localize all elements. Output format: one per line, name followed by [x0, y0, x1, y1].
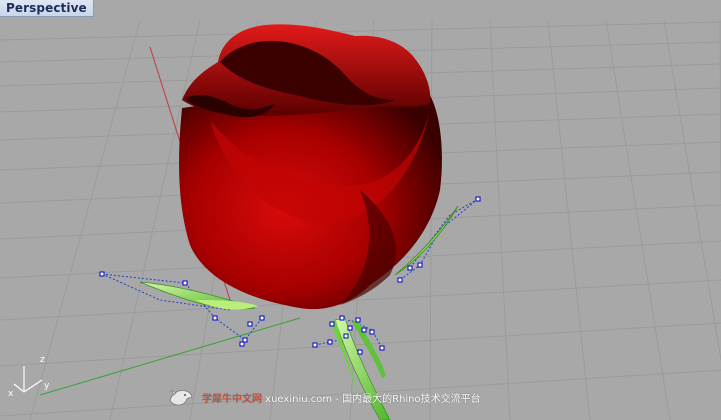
control-point[interactable]	[397, 277, 403, 283]
control-point[interactable]	[343, 333, 349, 339]
watermark-caption: xuexiniu.com - 国内最大的Rhino技术交流平台	[262, 393, 481, 405]
watermark-brand: 学犀牛中文网	[202, 393, 262, 405]
watermark-text: 学犀牛中文网 xuexiniu.com - 国内最大的Rhino技术交流平台	[202, 390, 481, 405]
control-point[interactable]	[329, 321, 335, 327]
xyz-axis-icon: z y x	[8, 355, 50, 399]
control-point[interactable]	[361, 327, 367, 333]
control-point[interactable]	[369, 329, 375, 335]
viewport-scene: z y x	[0, 19, 721, 420]
svg-text:y: y	[44, 381, 50, 391]
control-point[interactable]	[242, 337, 248, 343]
watermark: 学犀牛中文网 xuexiniu.com - 国内最大的Rhino技术交流平台	[168, 384, 598, 410]
control-point[interactable]	[379, 345, 385, 351]
control-point[interactable]	[99, 271, 105, 277]
perspective-viewport[interactable]: z y x Perspective 学犀牛中文网 xuexiniu.com - …	[0, 0, 721, 420]
control-point[interactable]	[347, 325, 353, 331]
control-point[interactable]	[475, 196, 481, 202]
control-point[interactable]	[407, 265, 413, 271]
svg-text:x: x	[8, 389, 14, 399]
rhino-logo-icon	[169, 389, 193, 406]
control-point[interactable]	[355, 317, 361, 323]
control-point[interactable]	[259, 315, 265, 321]
control-point[interactable]	[312, 342, 318, 348]
control-point[interactable]	[182, 280, 188, 286]
control-point[interactable]	[239, 341, 245, 347]
control-point[interactable]	[339, 315, 345, 321]
control-point[interactable]	[212, 315, 218, 321]
viewport-title-tab[interactable]: Perspective	[0, 0, 94, 17]
control-point[interactable]	[327, 339, 333, 345]
control-point[interactable]	[247, 321, 253, 327]
control-point[interactable]	[417, 262, 423, 268]
control-point[interactable]	[357, 349, 363, 355]
svg-text:z: z	[40, 355, 45, 365]
